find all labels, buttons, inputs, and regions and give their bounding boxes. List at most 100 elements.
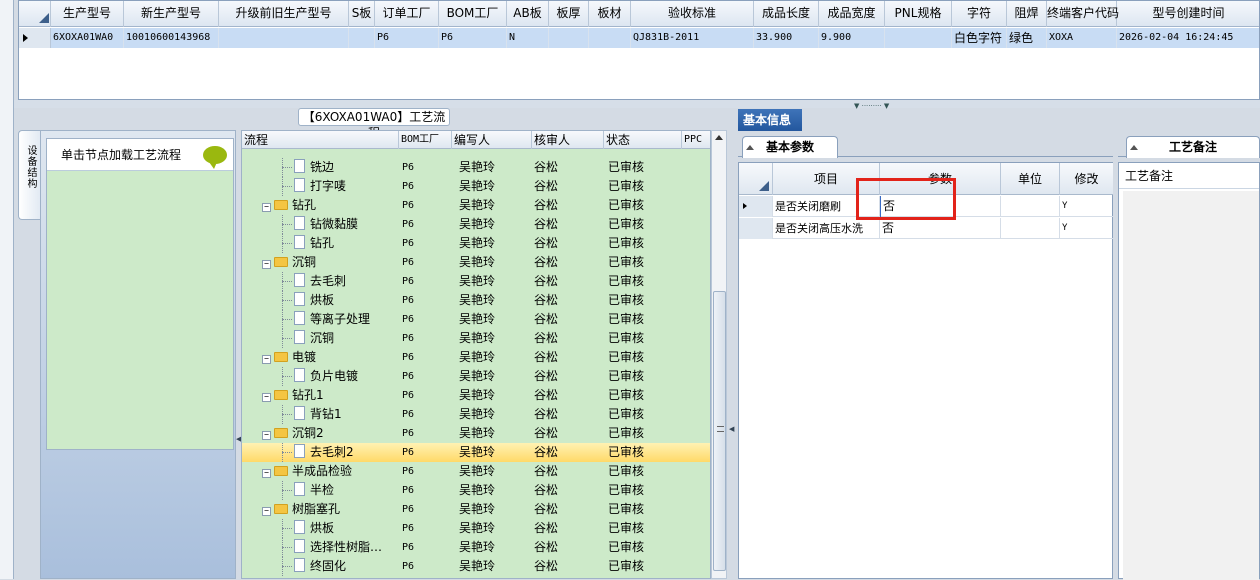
tree-scrollbar[interactable]	[711, 130, 727, 579]
column-header[interactable]: 订单工厂	[375, 1, 439, 27]
product-grid-row[interactable]: 6XOXA01WA0 10010600143968 P6 P6 N QJ831B-2011…	[19, 28, 1259, 48]
tree-row[interactable]: 半检 P6 吴艳玲 谷松 已审核	[242, 481, 710, 500]
scroll-up-icon[interactable]	[715, 135, 723, 140]
notes-header: 工艺备注	[1119, 163, 1259, 189]
tab-basic-params[interactable]: 基本参数	[742, 136, 838, 158]
tree-row[interactable]: − 电镀 P6 吴艳玲 谷松 已审核	[242, 348, 710, 367]
tree-status: 已审核	[608, 274, 645, 288]
tree-row[interactable]: − 树脂塞孔 P6 吴艳玲 谷松 已审核	[242, 500, 710, 519]
tree-row[interactable]: − 沉铜2 P6 吴艳玲 谷松 已审核	[242, 424, 710, 443]
scroll-grip-icon	[717, 426, 724, 432]
tree-row[interactable]: 打字唛 P6 吴艳玲 谷松 已审核	[242, 177, 710, 196]
column-header[interactable]: 终端客户代码	[1047, 1, 1119, 27]
collapse-icon[interactable]: −	[262, 203, 271, 212]
tree-row[interactable]: 终固化 P6 吴艳玲 谷松 已审核	[242, 557, 710, 576]
tree-row[interactable]: 等离子处理 P6 吴艳玲 谷松 已审核	[242, 310, 710, 329]
tree-node-label: 去毛刺2	[310, 445, 354, 459]
tree-column-header[interactable]: 编写人	[452, 131, 532, 149]
collapse-icon[interactable]: −	[262, 260, 271, 269]
column-header[interactable]: 型号创建时间	[1117, 1, 1259, 27]
tab-process-notes[interactable]: 工艺备注	[1126, 136, 1260, 158]
tree-column-header[interactable]: PPC	[682, 131, 710, 149]
horizontal-splitter[interactable]: ▼ ········· ▼	[14, 100, 1260, 110]
tree-reviewer: 谷松	[534, 426, 559, 440]
tree-node: 钻孔	[294, 234, 334, 253]
tree-writer: 吴艳玲	[459, 559, 496, 573]
header-modify[interactable]: 修改	[1060, 163, 1114, 195]
folder-icon	[274, 466, 288, 476]
tree-row[interactable]: 钻孔 P6 吴艳玲 谷松 已审核	[242, 234, 710, 253]
column-header[interactable]: 阻焊	[1007, 1, 1047, 27]
collapse-icon[interactable]: −	[262, 469, 271, 478]
tree-row[interactable]: − 半成品检验 P6 吴艳玲 谷松 已审核	[242, 462, 710, 481]
column-header[interactable]: 成品宽度	[819, 1, 885, 27]
tree-column-header[interactable]: BOM工厂	[399, 131, 452, 149]
grid-cell: 绿色	[1007, 28, 1047, 48]
tree-reviewer: 谷松	[534, 502, 559, 516]
tree-row[interactable]: 负片电镀 P6 吴艳玲 谷松 已审核	[242, 367, 710, 386]
tree-status: 已审核	[608, 464, 645, 478]
tree-node-label: 钻孔	[310, 236, 335, 250]
column-header[interactable]: PNL规格	[885, 1, 952, 27]
tree-writer: 吴艳玲	[459, 312, 496, 326]
node-hint-box[interactable]: 单击节点加载工艺流程	[46, 138, 234, 450]
column-header[interactable]: 生产型号	[51, 1, 124, 27]
tree-column-header[interactable]: 核审人	[532, 131, 604, 149]
column-header[interactable]: BOM工厂	[439, 1, 507, 27]
column-header[interactable]: 字符	[952, 1, 1007, 27]
column-header[interactable]: S板	[349, 1, 375, 27]
collapse-icon[interactable]: −	[262, 507, 271, 516]
tree-connector	[282, 547, 292, 548]
column-header[interactable]: 新生产型号	[124, 1, 219, 27]
tree-row[interactable]: − 钻孔 P6 吴艳玲 谷松 已审核	[242, 196, 710, 215]
tree-status: 已审核	[608, 312, 645, 326]
column-header[interactable]: 成品长度	[754, 1, 819, 27]
tree-row[interactable]: 烘板 P6 吴艳玲 谷松 已审核	[242, 519, 710, 538]
tree-reviewer: 谷松	[534, 312, 559, 326]
tree-row[interactable]: 烘板 P6 吴艳玲 谷松 已审核	[242, 291, 710, 310]
tree-writer: 吴艳玲	[459, 179, 496, 193]
tree-writer: 吴艳玲	[459, 274, 496, 288]
collapse-icon[interactable]: −	[262, 431, 271, 440]
tree-node-label: 铣边	[310, 160, 335, 174]
column-header[interactable]: AB板	[507, 1, 549, 27]
tree-row[interactable]: 沉铜 P6 吴艳玲 谷松 已审核	[242, 329, 710, 348]
param-row[interactable]: 是否关闭高压水洗 否 Y	[739, 218, 1114, 239]
tree-row[interactable]: 选择性树脂… P6 吴艳玲 谷松 已审核	[242, 538, 710, 557]
tree-row[interactable]: 铣边 P6 吴艳玲 谷松 已审核	[242, 158, 710, 177]
param-value-input[interactable]: 否	[880, 218, 1001, 239]
tree-status: 已审核	[608, 217, 645, 231]
tree-node: 沉铜	[294, 329, 334, 348]
tree-node: 去毛刺2	[294, 443, 354, 462]
tree-column-header[interactable]: 状态	[604, 131, 682, 149]
tree-row[interactable]: 去毛刺2 P6 吴艳玲 谷松 已审核	[242, 443, 710, 462]
notes-textarea[interactable]	[1123, 191, 1259, 580]
tree-writer: 吴艳玲	[459, 483, 496, 497]
tree-bom: P6	[402, 504, 415, 515]
tree-row[interactable]: 钻微黏膜 P6 吴艳玲 谷松 已审核	[242, 215, 710, 234]
tree-row[interactable]: − 沉铜 P6 吴艳玲 谷松 已审核	[242, 253, 710, 272]
tree-bom: P6	[402, 542, 415, 553]
tree-reviewer: 谷松	[534, 559, 559, 573]
column-header[interactable]: 验收标准	[631, 1, 754, 27]
tree-status: 已审核	[608, 293, 645, 307]
param-modify: Y	[1060, 196, 1114, 217]
tree-row[interactable]: − 钻孔1 P6 吴艳玲 谷松 已审核	[242, 386, 710, 405]
tree-node-label: 树脂塞孔	[292, 502, 341, 516]
column-header[interactable]: 板厚	[549, 1, 589, 27]
process-tree: 流程 BOM工厂 编写人 核审人 状态 PPC 铣边 P6 吴艳玲 谷松 已审核 打字唛 P6 吴艳玲谷…	[241, 130, 711, 579]
column-header[interactable]: 升级前旧生产型号	[219, 1, 349, 27]
scroll-thumb[interactable]	[713, 291, 726, 571]
collapse-icon[interactable]: −	[262, 355, 271, 364]
tree-row[interactable]: 去毛刺 P6 吴艳玲 谷松 已审核	[242, 272, 710, 291]
header-unit[interactable]: 单位	[1001, 163, 1060, 195]
vertical-tab-structure[interactable]: 设备结构	[18, 130, 40, 220]
column-header[interactable]: 板材	[589, 1, 631, 27]
collapse-icon[interactable]: −	[262, 393, 271, 402]
center-splitter[interactable]: ◀	[729, 130, 735, 579]
tree-column-header[interactable]: 流程	[242, 131, 399, 149]
param-unit	[1001, 196, 1060, 217]
tree-row[interactable]: 背钻1 P6 吴艳玲 谷松 已审核	[242, 405, 710, 424]
tree-node-label: 负片电镀	[310, 369, 359, 383]
tree-connector	[282, 319, 292, 320]
